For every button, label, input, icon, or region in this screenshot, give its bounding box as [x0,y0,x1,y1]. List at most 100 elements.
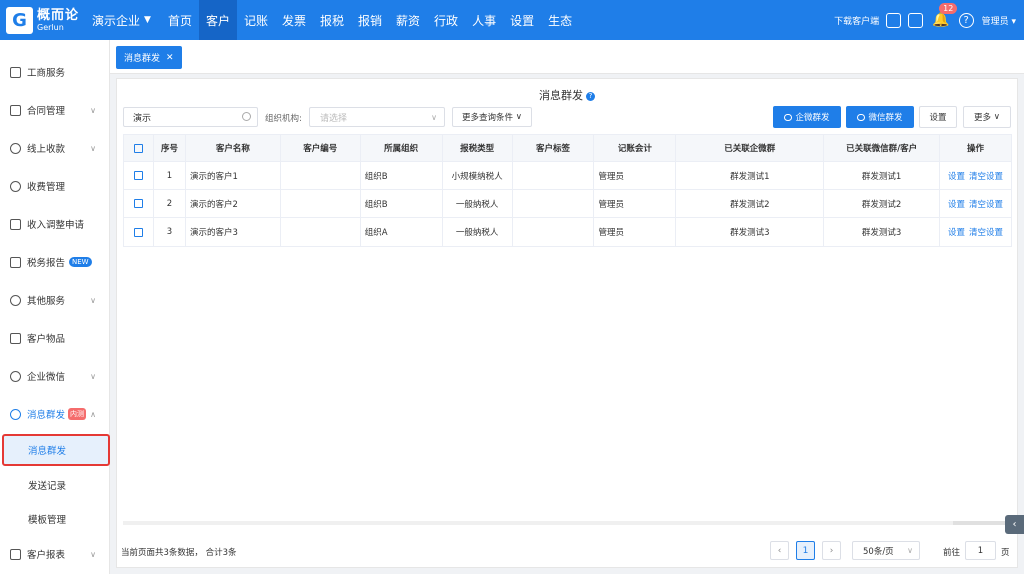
chevron-down-icon: ∨ [431,112,437,122]
form-icon [10,218,21,230]
page-number-button[interactable]: 1 [796,541,815,560]
row-clear-link[interactable]: 清空设置 [969,226,1003,238]
linked-wecom-group: 群发测试3 [676,218,825,246]
sidebar-item-contracts[interactable]: 合同管理 ∨ [0,95,110,125]
sidebar-item-tax-report[interactable]: 税务报告 NEW [0,247,110,277]
chevron-down-icon: ∨ [90,105,96,115]
settings-button[interactable]: 设置 [919,106,957,128]
nav-item-tax-filing[interactable]: 报税 [313,0,351,40]
sidebar-subitem-group-message[interactable]: 消息群发 [2,434,110,466]
more-button[interactable]: 更多 ∨ [963,106,1011,128]
page-size-select[interactable]: 50条/页 ∨ [852,541,920,560]
chevron-down-icon: ▼ [144,15,151,25]
chat-icon [10,370,21,382]
sidebar-item-business-services[interactable]: 工商服务 [0,57,110,87]
customer-name: 演示的客户2 [186,190,281,217]
search-icon[interactable] [242,112,251,121]
nav-item-reimbursement[interactable]: 报销 [351,0,389,40]
brand-logo[interactable]: G 概而论 Gerlun [0,6,92,34]
org-filter-label: 组织机构: [265,114,302,124]
sidebar-item-group-message[interactable]: 消息群发 内测 ∧ [0,399,110,429]
nav-item-admin[interactable]: 行政 [427,0,465,40]
table-row: 3 演示的客户3 组织A 一般纳税人 管理员 群发测试3 群发测试3 设置 清空… [124,218,1011,246]
user-menu[interactable]: 管理员 ▾ [982,14,1016,27]
next-page-button[interactable]: › [822,541,841,560]
row-checkbox[interactable] [133,227,143,237]
sidebar-item-online-payment[interactable]: 线上收款 ∨ [0,133,110,163]
row-clear-link[interactable]: 清空设置 [969,170,1003,182]
sidebar-item-label: 企业微信 [27,372,66,383]
tax-type: 小规模纳税人 [443,162,513,189]
brand-name-en: Gerlun [37,22,64,32]
sidebar-item-other-services[interactable]: 其他服务 ∨ [0,285,110,315]
yen-icon [10,142,21,154]
chevron-down-icon: ∨ [993,112,1000,122]
horizontal-scrollbar[interactable] [123,521,1012,525]
nav-item-home[interactable]: 首页 [161,0,199,40]
sidebar-item-fee-management[interactable]: 收费管理 [0,171,110,201]
box-icon [10,332,21,344]
more-conditions-dropdown[interactable]: 更多查询条件 ∨ [452,107,532,127]
row-number: 2 [154,190,186,217]
goto-page-input[interactable]: 1 [965,541,996,560]
row-checkbox[interactable] [133,199,143,208]
column-header: 客户编号 [281,135,361,161]
wechat-icon [857,113,866,121]
row-checkbox[interactable] [133,171,143,180]
scan-icon[interactable] [886,12,902,28]
linked-wechat-group: 群发测试3 [824,218,941,246]
tax-type: 一般纳税人 [443,190,513,217]
nav-item-ecosystem[interactable]: 生态 [541,0,579,40]
wecom-group-send-button[interactable]: 企微群发 [773,106,841,128]
report-icon [10,256,21,268]
sidebar-item-income-adjustment[interactable]: 收入调整申请 [0,209,110,239]
nav-item-hr[interactable]: 人事 [465,0,503,40]
column-header: 客户标签 [513,135,595,161]
bell-icon[interactable]: 🔔 12 [932,3,958,28]
organization: 组织B [361,190,443,217]
row-clear-link[interactable]: 清空设置 [969,198,1003,210]
row-set-link[interactable]: 设置 [948,198,965,210]
tab-strip: 消息群发 ✕ [110,40,1024,74]
sidebar-item-wecom[interactable]: 企业微信 ∨ [0,361,110,391]
sidebar-subitem-templates[interactable]: 模板管理 [0,503,110,535]
row-number: 1 [154,162,186,189]
accountant: 管理员 [594,190,677,217]
sidebar-item-label: 线上收款 [27,144,66,155]
sidebar-item-customer-reports[interactable]: 客户报表 ∨ [0,539,110,569]
heart-icon [10,294,21,306]
scrollbar-thumb[interactable] [953,521,1011,525]
collapse-panel-button[interactable]: ‹ [1005,515,1024,534]
nav-item-payroll[interactable]: 薪资 [389,0,427,40]
beta-badge: 内测 [68,408,87,420]
goto-label: 前往 [943,548,961,558]
sidebar-subitem-send-records[interactable]: 发送记录 [0,469,110,501]
new-badge: NEW [69,257,92,267]
help-icon[interactable]: ? [958,12,974,28]
select-all-checkbox[interactable] [133,143,143,153]
sidebar-item-label: 消息群发 [27,410,66,421]
wechat-group-send-button[interactable]: 微信群发 [846,106,914,128]
nav-item-bookkeeping[interactable]: 记账 [237,0,275,40]
question-icon[interactable]: ? [586,92,595,101]
chevron-left-icon: ‹ [1012,519,1017,530]
prev-page-button[interactable]: ‹ [770,541,789,560]
org-select[interactable]: 请选择 ∨ [309,107,445,127]
row-set-link[interactable]: 设置 [948,170,965,182]
company-switcher[interactable]: 演示企业 ▼ [92,12,151,29]
nav-item-settings[interactable]: 设置 [503,0,541,40]
tab-group-message[interactable]: 消息群发 ✕ [116,46,182,69]
linked-wecom-group: 群发测试1 [676,162,825,189]
organization: 组织B [361,162,443,189]
column-header: 所属组织 [361,135,443,161]
clipboard-check-icon[interactable] [908,12,924,28]
page-unit-label: 页 [1001,548,1010,558]
nav-item-invoices[interactable]: 发票 [275,0,313,40]
row-set-link[interactable]: 设置 [948,226,965,238]
download-client-link[interactable]: 下载客户端 [834,14,879,27]
data-summary: 当前页面共3条数据， 合计3条 [121,548,237,558]
search-input[interactable]: 演示 [123,107,258,127]
nav-item-customers[interactable]: 客户 [198,0,237,40]
sidebar-item-customer-items[interactable]: 客户物品 [0,323,110,353]
close-icon[interactable]: ✕ [166,53,174,63]
